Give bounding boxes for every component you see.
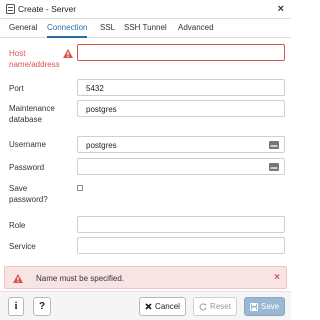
maintenance-db-label-line1: Maintenance	[9, 104, 55, 113]
dialog-titlebar: Create - Server ×	[0, 0, 291, 19]
maintenance-db-label-line2: database	[9, 115, 42, 124]
save-password-label-line1: Save	[9, 184, 28, 193]
info-button[interactable]: i	[8, 297, 24, 316]
save-password-label: Save password?	[9, 183, 48, 205]
connection-form: Host name/address Port 5432 Maintenance …	[0, 38, 291, 264]
maintenance-db-label: Maintenance database	[9, 103, 55, 125]
key-icon	[269, 141, 279, 149]
port-input[interactable]: 5432	[77, 79, 285, 96]
error-alert: Name must be specified. ×	[4, 266, 287, 289]
save-password-checkbox[interactable]	[77, 185, 83, 191]
dialog-title: Create - Server	[18, 4, 77, 14]
error-message: Name must be specified.	[36, 274, 125, 283]
save-icon	[249, 302, 258, 311]
help-button[interactable]: ?	[33, 297, 51, 316]
maintenance-db-input[interactable]: postgres	[77, 100, 285, 117]
times-icon	[145, 303, 152, 310]
username-label: Username	[9, 140, 46, 149]
password-label: Password	[9, 163, 45, 172]
host-label-line2: name/address	[9, 60, 60, 69]
save-label: Save	[260, 302, 280, 311]
dismiss-error-icon[interactable]: ×	[274, 272, 280, 283]
save-button[interactable]: Save	[244, 297, 285, 316]
username-input[interactable]: postgres	[77, 136, 285, 153]
help-icon: ?	[38, 301, 46, 312]
password-input[interactable]	[77, 158, 285, 175]
role-input[interactable]	[77, 216, 285, 233]
cancel-button[interactable]: Cancel	[139, 297, 186, 316]
host-label-line1: Host	[9, 49, 26, 58]
server-icon	[6, 4, 15, 14]
host-input[interactable]	[77, 44, 285, 61]
service-label: Service	[9, 242, 36, 251]
port-label: Port	[9, 84, 24, 93]
dialog-footer: i ? Cancel Reset Save	[0, 291, 291, 320]
host-label: Host name/address	[9, 48, 60, 70]
tab-ssl[interactable]: SSL	[100, 23, 115, 38]
cancel-label: Cancel	[155, 302, 180, 311]
tab-bar: General Connection SSL SSH Tunnel Advanc…	[0, 19, 291, 38]
close-icon[interactable]: ×	[278, 3, 284, 15]
warning-icon	[63, 49, 73, 58]
key-icon	[269, 163, 279, 171]
username-value: postgres	[86, 141, 117, 150]
save-password-label-line2: password?	[9, 195, 48, 204]
service-input[interactable]	[77, 237, 285, 254]
tab-general[interactable]: General	[9, 23, 37, 38]
tab-advanced[interactable]: Advanced	[178, 23, 214, 38]
warning-icon	[13, 274, 23, 283]
reset-label: Reset	[210, 302, 231, 311]
tab-connection[interactable]: Connection	[47, 23, 88, 38]
role-label: Role	[9, 221, 26, 230]
refresh-icon	[199, 302, 207, 310]
info-icon: i	[14, 301, 18, 312]
reset-button[interactable]: Reset	[193, 297, 237, 316]
tab-ssh-tunnel[interactable]: SSH Tunnel	[124, 23, 167, 38]
